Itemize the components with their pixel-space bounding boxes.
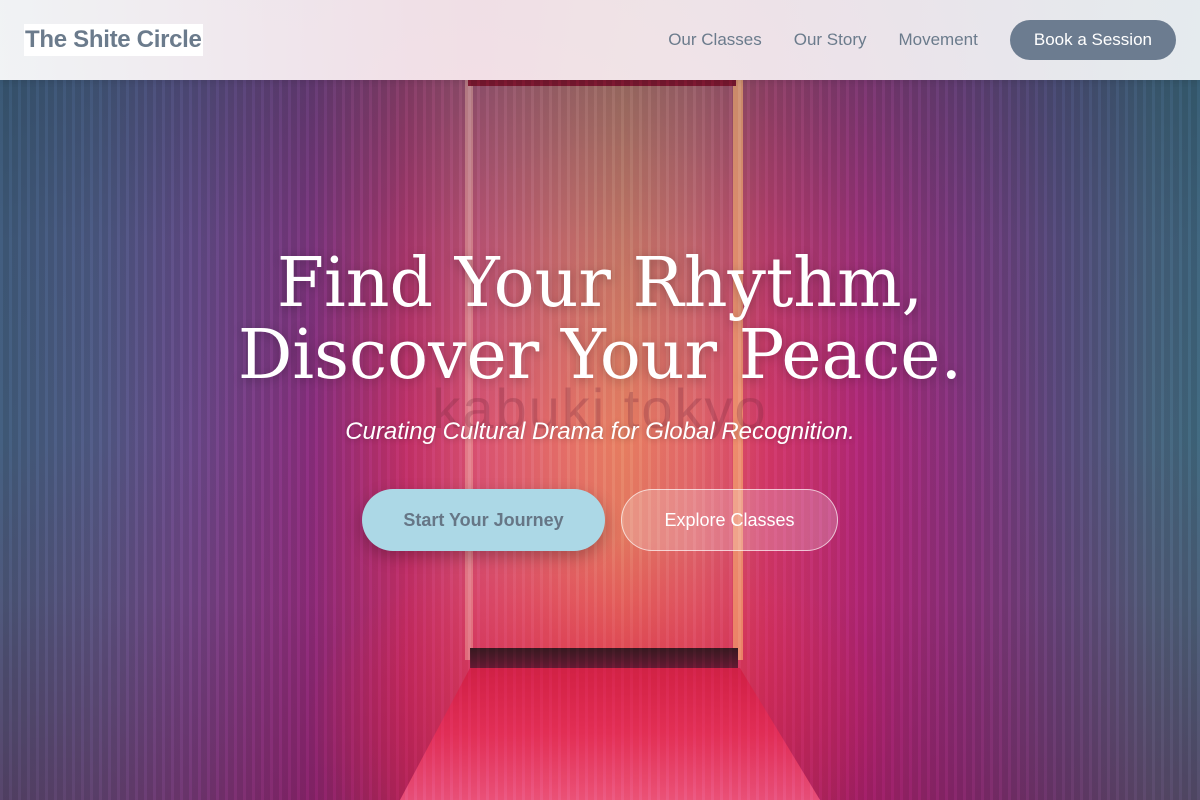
- start-journey-button[interactable]: Start Your Journey: [362, 489, 605, 551]
- main-nav: Our Classes Our Story Movement Book a Se…: [636, 20, 1176, 60]
- nav-our-classes[interactable]: Our Classes: [668, 20, 762, 60]
- book-session-button[interactable]: Book a Session: [1009, 20, 1176, 60]
- brand-logo[interactable]: The Shite Circle: [24, 24, 203, 56]
- headline-line-1: Find Your Rhythm,: [276, 244, 924, 323]
- headline-line-2: Discover Your Peace.: [237, 316, 963, 395]
- hero-headline: Find Your Rhythm, Discover Your Peace.: [0, 248, 1200, 392]
- explore-classes-button[interactable]: Explore Classes: [621, 489, 838, 551]
- nav-our-story[interactable]: Our Story: [794, 20, 867, 60]
- site-header: The Shite Circle Our Classes Our Story M…: [0, 0, 1200, 80]
- nav-movement[interactable]: Movement: [898, 20, 977, 60]
- hero-tagline: Curating Cultural Drama for Global Recog…: [345, 418, 855, 445]
- hero-content: kabuki tokyo Find Your Rhythm, Discover …: [0, 0, 1200, 800]
